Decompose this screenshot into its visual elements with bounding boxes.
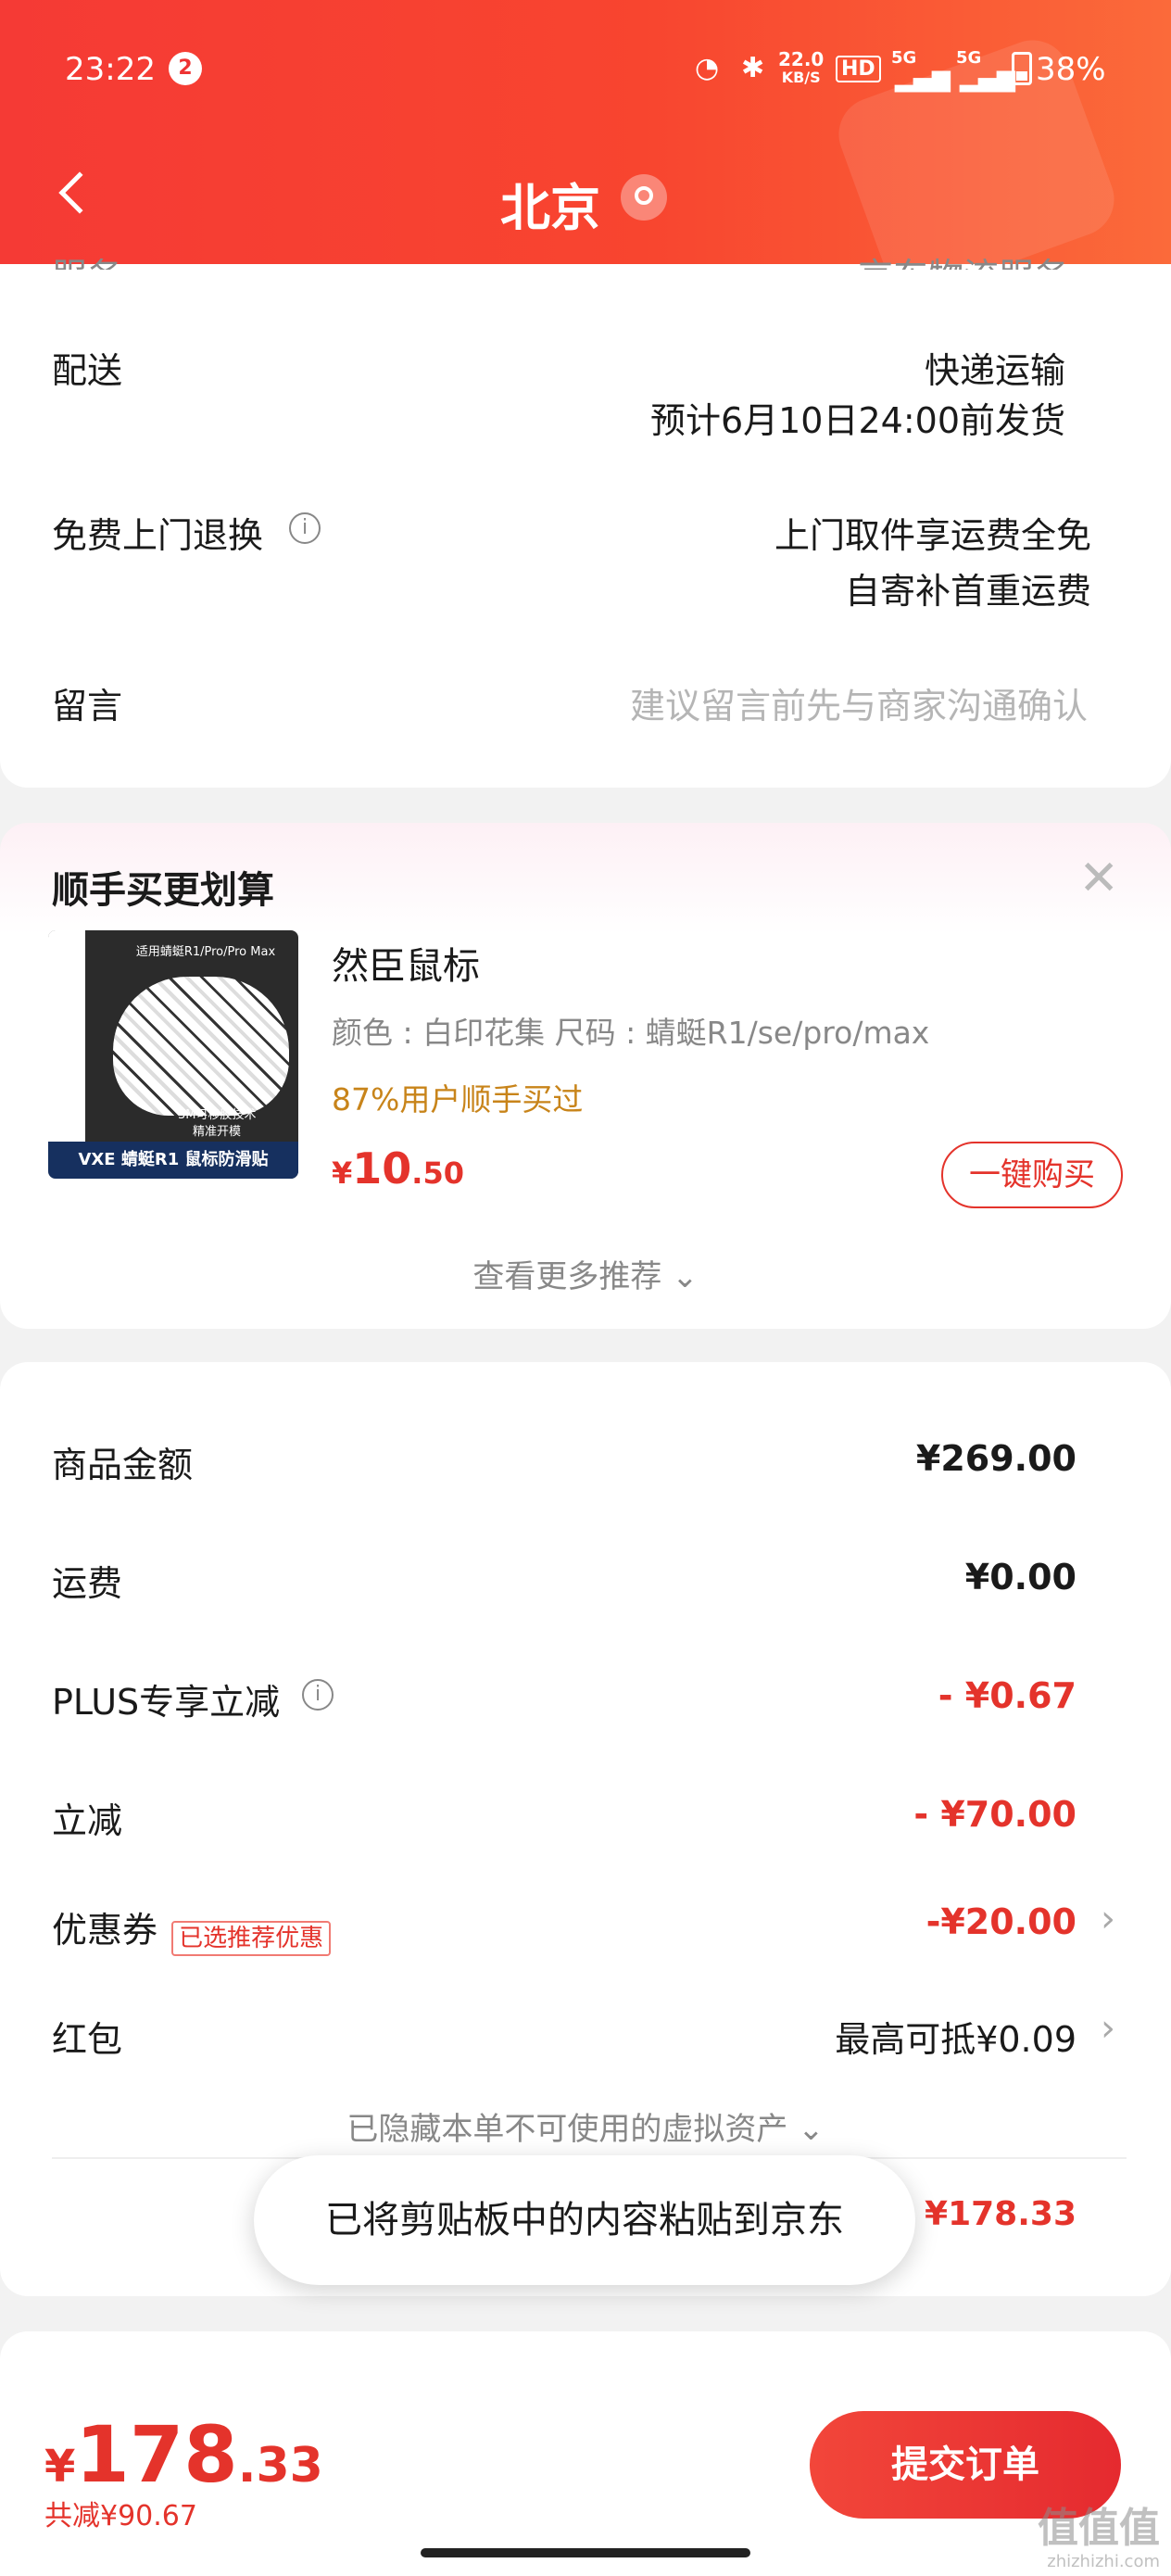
image-text-top: 适用蜻蜓R1/Pro/Pro Max: [135, 945, 276, 959]
page-title[interactable]: 北京: [500, 167, 600, 240]
summary-label-redpacket: 红包: [52, 2019, 123, 2060]
coupon-tag: 已选推荐优惠: [171, 1920, 332, 1956]
summary-label-shipping: 运费: [52, 1563, 123, 1604]
footer-total-int: 178: [75, 2409, 238, 2500]
summary-value-plus: - ¥0.67: [938, 1675, 1077, 1716]
price-currency: ¥: [332, 1155, 353, 1191]
product-name[interactable]: 然臣鼠标: [332, 936, 480, 990]
summary-value-redpacket[interactable]: 最高可抵¥0.09: [835, 2011, 1077, 2062]
service-row-cut-value: 京东物流服务: [858, 247, 1069, 270]
close-icon[interactable]: ✕: [1078, 851, 1119, 906]
summary-value-shipping: ¥0.00: [964, 1557, 1077, 1597]
net-speed-unit: KB/S: [781, 69, 821, 86]
info-icon[interactable]: i: [289, 512, 321, 544]
battery-icon: [1012, 52, 1032, 85]
recommend-card: 顺手买更划算 ✕ 适用蜻蜓R1/Pro/Pro Max 3M可移胶技术 精准开模…: [0, 823, 1171, 1329]
product-image[interactable]: 适用蜻蜓R1/Pro/Pro Max 3M可移胶技术 精准开模 VXE 蜻蜓R1…: [48, 930, 298, 1179]
status-time: 23:22: [65, 51, 156, 88]
service-row-cut-label: 服务: [52, 247, 122, 270]
image-text-bottom: VXE 蜻蜓R1 鼠标防滑贴: [48, 1142, 298, 1179]
home-indicator[interactable]: [421, 2548, 750, 2557]
signal-2-icon: ▂▄▆: [960, 65, 1015, 93]
chevron-right-icon[interactable]: ›: [1101, 1898, 1115, 1940]
summary-label-plus: PLUS专享立减: [52, 1682, 281, 1723]
bottom-bar: ¥178.33 共减¥90.67 提交订单 值值值 zhizhizhi.com: [0, 2331, 1171, 2576]
summary-label-goods: 商品金额: [52, 1445, 194, 1485]
location-pin-icon[interactable]: [621, 174, 667, 221]
chevron-down-icon: ⌄: [672, 1258, 699, 1295]
battery-percent: 38%: [1036, 51, 1106, 88]
product-specs: 颜色 : 白印花集 尺码 : 蜻蜓R1/se/pro/max: [332, 1015, 930, 1051]
more-recommend-link[interactable]: 查看更多推荐 ⌄: [0, 1251, 1171, 1296]
delivery-estimate: 预计6月10日24:00前发货: [649, 400, 1065, 441]
more-recommend-label: 查看更多推荐: [472, 1258, 662, 1295]
hd-icon: HD: [836, 56, 881, 82]
app-header: 23:22 2 ◔ ✱ 22.0 KB/S HD 5G ▂▄▆ 5G ▂▄▆ 3…: [0, 0, 1171, 264]
net-speed: 22.0 KB/S: [778, 50, 824, 87]
free-return-label: 免费上门退换: [52, 515, 264, 556]
image-text-mid1: 3M可移胶技术: [178, 1108, 257, 1122]
message-label: 留言: [52, 686, 123, 726]
chevron-left-icon: [58, 171, 101, 214]
summary-total-value: ¥178.33: [925, 2195, 1077, 2233]
one-click-buy-button[interactable]: 一键购买: [941, 1142, 1123, 1208]
speedometer-icon: ◔: [695, 52, 720, 84]
bluetooth-icon: ✱: [741, 52, 765, 84]
hidden-assets-label: 已隐藏本单不可使用的虚拟资产: [346, 2111, 788, 2148]
summary-label-coupon: 优惠券: [52, 1910, 158, 1951]
product-price: ¥10.50: [332, 1143, 464, 1193]
back-button[interactable]: [54, 167, 101, 222]
footer-saved: 共减¥90.67: [44, 2500, 197, 2532]
order-info-card: 服务 京东物流服务 配送 快递运输 预计6月10日24:00前发货 免费上门退换…: [0, 256, 1171, 788]
hidden-assets-link[interactable]: 已隐藏本单不可使用的虚拟资产 ⌄: [0, 2103, 1171, 2149]
message-input[interactable]: 建议留言前先与商家沟通确认: [630, 677, 1088, 728]
free-return-line1: 上门取件享运费全免: [774, 515, 1091, 556]
notification-badge: 2: [169, 52, 202, 85]
watermark-logo: 值值值: [1038, 2505, 1160, 2552]
mouse-shape: [113, 977, 289, 1116]
buy-rate: 87%用户顺手买过: [332, 1081, 584, 1118]
info-icon[interactable]: i: [302, 1679, 334, 1711]
image-text-mid2: 精准开模: [193, 1125, 242, 1139]
summary-value-discount: - ¥70.00: [913, 1794, 1077, 1835]
summary-value-coupon[interactable]: -¥20.00: [926, 1901, 1077, 1942]
recommend-title: 顺手买更划算: [52, 869, 274, 912]
footer-total: ¥178.33: [44, 2409, 323, 2500]
footer-currency: ¥: [44, 2441, 76, 2493]
chevron-down-icon: ⌄: [798, 2111, 825, 2148]
delivery-method[interactable]: 快递运输: [925, 342, 1065, 393]
net-speed-value: 22.0: [778, 48, 825, 70]
price-dec: .50: [411, 1155, 464, 1191]
signal-1-icon: ▂▄▆: [895, 65, 951, 93]
free-return-line2: 自寄补首重运费: [844, 571, 1091, 612]
chevron-right-icon[interactable]: ›: [1101, 2007, 1115, 2050]
summary-label-discount: 立减: [52, 1800, 123, 1841]
delivery-label: 配送: [52, 350, 123, 391]
price-int: 10: [352, 1143, 412, 1193]
clipboard-toast: 已将剪贴板中的内容粘贴到京东: [254, 2155, 915, 2285]
summary-value-goods: ¥269.00: [915, 1438, 1077, 1479]
watermark-url: zhizhizhi.com: [1047, 2552, 1160, 2571]
footer-total-dec: .33: [237, 2438, 323, 2494]
